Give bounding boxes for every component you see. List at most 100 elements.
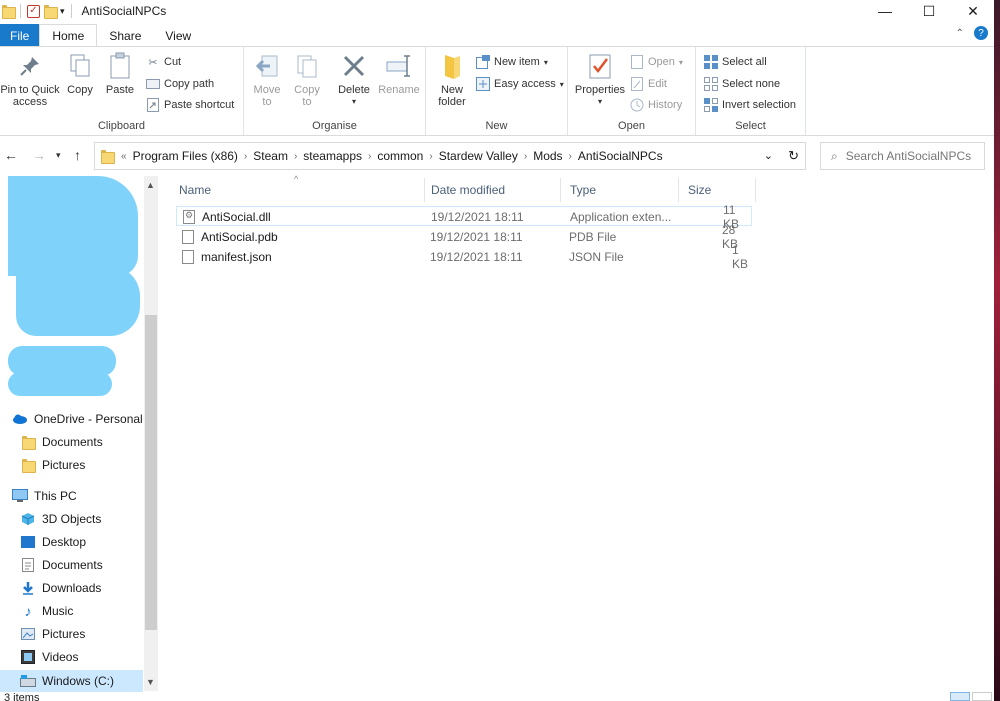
breadcrumb-common[interactable]: common	[377, 149, 423, 163]
maximize-icon: ☐	[922, 2, 936, 19]
properties-check-icon[interactable]: ✓	[27, 4, 40, 18]
select-all-button[interactable]: Select all	[704, 54, 767, 70]
breadcrumb-chevron-icon[interactable]: ›	[244, 151, 247, 162]
delete-dropdown-icon[interactable]: ▾	[352, 96, 356, 108]
address-overflow[interactable]: «	[121, 151, 127, 162]
easy-access-label: Easy access	[494, 78, 556, 90]
up-arrow-icon[interactable]: ↑	[74, 147, 81, 163]
open-button[interactable]: Open ▾	[630, 54, 683, 70]
scroll-down-icon[interactable]: ▼	[146, 677, 155, 687]
file-name: manifest.json	[201, 250, 272, 264]
tab-share[interactable]: Share	[97, 24, 153, 47]
copy-path-label: Copy path	[164, 78, 215, 90]
address-history-chevron-icon[interactable]: ⌄	[764, 149, 773, 162]
file-size: 1 KB	[732, 243, 749, 271]
breadcrumb-chevron-icon[interactable]: ›	[524, 151, 527, 162]
breadcrumb-steamapps[interactable]: steamapps	[303, 149, 362, 163]
column-header-type[interactable]: Type	[561, 178, 679, 202]
file-row-manifest-json[interactable]: manifest.json 19/12/2021 18:11 JSON File…	[176, 243, 752, 271]
tab-file[interactable]: File	[0, 24, 40, 47]
music-icon: ♪	[24, 603, 32, 619]
nav-3d-objects[interactable]: 3D Objects	[0, 508, 143, 530]
back-arrow-icon[interactable]: ←	[4, 147, 18, 163]
help-icon[interactable]: ?	[974, 26, 988, 40]
breadcrumb-program-files[interactable]: Program Files (x86)	[133, 149, 238, 163]
nav-music[interactable]: ♪ Music	[0, 600, 143, 622]
copy-to-label-line1: Copy	[294, 84, 320, 96]
tab-view[interactable]: View	[153, 24, 203, 47]
easy-access-button[interactable]: Easy access ▾	[476, 76, 564, 92]
nav-documents[interactable]: Documents	[0, 554, 143, 576]
title-bar: ✓ ▾ AntiSocialNPCs — ☐ ✕	[0, 0, 994, 22]
nav-desktop[interactable]: Desktop	[0, 531, 143, 553]
customize-toolbar-dropdown-icon[interactable]: ▾	[60, 6, 65, 17]
breadcrumb-steam[interactable]: Steam	[253, 149, 288, 163]
minimize-button[interactable]: —	[862, 0, 908, 22]
properties-button[interactable]: Properties ▾	[572, 51, 628, 108]
select-group-label: Select	[735, 120, 766, 132]
move-to-button[interactable]: Move to	[250, 51, 284, 108]
file-name: AntiSocial.dll	[202, 210, 271, 224]
breadcrumb-mods[interactable]: Mods	[533, 149, 562, 163]
rename-icon	[384, 51, 414, 81]
pin-quick-access-button[interactable]: Pin to Quick access	[0, 51, 60, 108]
select-none-button[interactable]: Select none	[704, 76, 780, 92]
nav-onedrive-documents[interactable]: Documents	[0, 431, 143, 453]
nav-windows-c[interactable]: Windows (C:)	[0, 670, 143, 692]
close-button[interactable]: ✕	[950, 0, 994, 22]
new-folder-label-line1: New	[440, 84, 463, 96]
cut-label: Cut	[164, 56, 182, 68]
edit-label: Edit	[648, 78, 667, 90]
cut-button[interactable]: ✂ Cut	[146, 54, 181, 70]
breadcrumb-chevron-icon[interactable]: ›	[294, 151, 297, 162]
pin-label-line1: Pin to Quick	[0, 84, 60, 96]
file-name-cell: manifest.json	[182, 247, 272, 267]
scroll-up-icon[interactable]: ▲	[146, 180, 155, 190]
delete-button[interactable]: Delete ▾	[336, 51, 372, 108]
copy-to-button[interactable]: Copy to	[290, 51, 324, 108]
rename-button[interactable]: Rename	[378, 51, 420, 96]
details-view-button[interactable]	[950, 692, 970, 701]
large-icons-view-button[interactable]	[972, 692, 992, 701]
properties-dropdown-icon[interactable]: ▾	[598, 96, 602, 108]
breadcrumb-stardew-valley[interactable]: Stardew Valley	[439, 149, 518, 163]
history-button[interactable]: History	[630, 97, 682, 113]
properties-icon	[585, 51, 615, 81]
forward-arrow-icon[interactable]: →	[32, 147, 46, 163]
file-row-antisocial-dll[interactable]: AntiSocial.dll 19/12/2021 18:11 Applicat…	[176, 203, 752, 231]
nav-this-pc[interactable]: This PC	[0, 485, 143, 507]
search-box[interactable]: ⌕ Search AntiSocialNPCs	[820, 142, 985, 170]
edit-button[interactable]: Edit	[630, 76, 667, 92]
paste-shortcut-button[interactable]: Paste shortcut	[146, 97, 234, 113]
breadcrumb-chevron-icon[interactable]: ›	[368, 151, 371, 162]
breadcrumb-chevron-icon[interactable]: ›	[429, 151, 432, 162]
copy-button[interactable]: Copy	[62, 51, 98, 96]
new-folder-button[interactable]: New folder	[432, 51, 472, 108]
invert-selection-button[interactable]: Invert selection	[704, 97, 796, 113]
column-header-date-modified[interactable]: Date modified	[422, 178, 561, 202]
nav-pane-scroll-thumb[interactable]	[145, 315, 157, 630]
breadcrumb-antisocialnpcs[interactable]: AntiSocialNPCs	[578, 149, 663, 163]
tab-home[interactable]: Home	[39, 24, 98, 47]
file-row-antisocial-pdb[interactable]: AntiSocial.pdb 19/12/2021 18:11 PDB File…	[176, 223, 752, 251]
refresh-icon[interactable]: ↻	[788, 148, 799, 164]
new-item-button[interactable]: New item ▾	[476, 54, 548, 70]
new-folder-icon[interactable]	[44, 5, 58, 19]
status-bar: 3 items	[0, 692, 994, 701]
nav-videos[interactable]: Videos	[0, 646, 143, 668]
address-bar[interactable]: « Program Files (x86) › Steam › steamapp…	[94, 142, 806, 170]
breadcrumb-chevron-icon[interactable]: ›	[569, 151, 572, 162]
paste-shortcut-label: Paste shortcut	[164, 99, 235, 111]
nav-pictures[interactable]: Pictures	[0, 623, 143, 645]
collapse-ribbon-icon[interactable]: ⌃	[956, 28, 964, 39]
copy-path-button[interactable]: Copy path	[146, 76, 214, 92]
maximize-button[interactable]: ☐	[906, 0, 952, 22]
nav-onedrive[interactable]: OneDrive - Personal	[0, 408, 143, 430]
nav-label: 3D Objects	[42, 512, 102, 526]
recent-locations-chevron-icon[interactable]: ▾	[56, 150, 61, 161]
column-header-name[interactable]: Name	[170, 178, 425, 202]
column-header-size[interactable]: Size	[679, 178, 756, 202]
nav-onedrive-pictures[interactable]: Pictures	[0, 454, 143, 476]
paste-button[interactable]: Paste	[102, 51, 138, 96]
nav-downloads[interactable]: Downloads	[0, 577, 143, 599]
